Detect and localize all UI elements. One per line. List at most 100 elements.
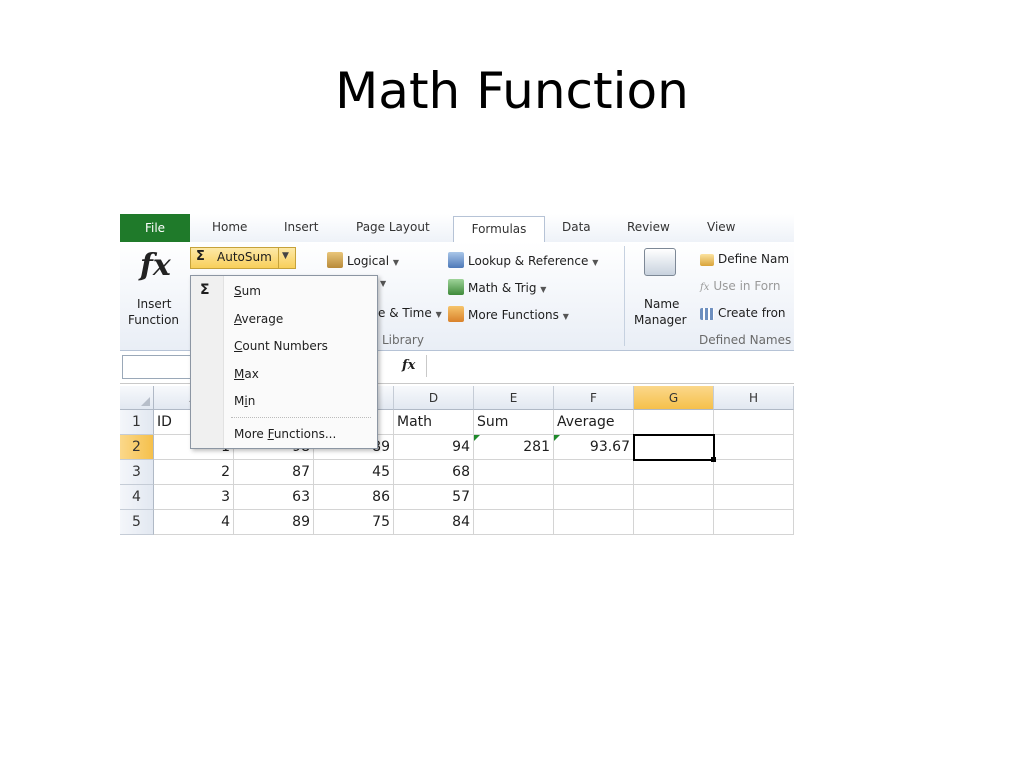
tab-view[interactable]: View: [707, 220, 735, 234]
tab-insert[interactable]: Insert: [284, 220, 318, 234]
tab-formulas[interactable]: Formulas: [453, 216, 545, 243]
tab-review[interactable]: Review: [627, 220, 670, 234]
autosum-button[interactable]: Σ AutoSum ▼: [190, 247, 296, 269]
menu-item-count-numbers[interactable]: Count Numbers: [234, 339, 328, 353]
cell-e2[interactable]: 281: [474, 435, 554, 460]
column-header-e[interactable]: E: [474, 386, 554, 410]
menu-icon-gutter: [191, 276, 224, 448]
function-library-label: Library: [382, 333, 424, 347]
menu-item-more-functions[interactable]: More Functions...: [234, 427, 336, 441]
cell-b3[interactable]: 87: [234, 460, 314, 485]
column-header-g[interactable]: G: [634, 386, 714, 410]
cell-f3[interactable]: [554, 460, 634, 485]
cell-h1[interactable]: [714, 410, 794, 435]
cell-h2[interactable]: [714, 435, 794, 460]
menu-text: More: [234, 427, 268, 441]
menu-item-max[interactable]: Max: [234, 367, 259, 381]
math-trig-label: Math & Trig: [468, 281, 537, 295]
cell-f1[interactable]: Average: [554, 410, 634, 435]
cell-g4[interactable]: [634, 485, 714, 510]
menu-item-average[interactable]: Average: [234, 312, 283, 326]
menu-text: verage: [241, 312, 284, 326]
error-indicator-icon: [474, 435, 480, 441]
cell-b4[interactable]: 63: [234, 485, 314, 510]
column-header-h[interactable]: H: [714, 386, 794, 410]
error-indicator-icon: [554, 435, 560, 441]
cell-e1[interactable]: Sum: [474, 410, 554, 435]
logical-book-icon: [327, 252, 343, 268]
tab-data[interactable]: Data: [562, 220, 591, 234]
cell-g1[interactable]: [634, 410, 714, 435]
chevron-down-icon: ▼: [592, 258, 599, 267]
chevron-down-icon: ▼: [562, 312, 569, 321]
create-from-selection-button[interactable]: Create fron: [700, 306, 786, 320]
column-header-f[interactable]: F: [554, 386, 634, 410]
autosum-dropdown-menu: Σ Sum Average Count Numbers Max Min More…: [190, 275, 378, 449]
cell-d3[interactable]: 68: [394, 460, 474, 485]
cell-d5[interactable]: 84: [394, 510, 474, 535]
menu-item-min[interactable]: Min: [234, 394, 255, 408]
date-time-label: e & Time: [378, 306, 432, 320]
cell-a3[interactable]: 2: [154, 460, 234, 485]
cell-e3[interactable]: [474, 460, 554, 485]
cell-h4[interactable]: [714, 485, 794, 510]
cell-e4[interactable]: [474, 485, 554, 510]
name-manager-icon: [644, 248, 676, 276]
text-dropdown-chevron-icon[interactable]: ▼: [380, 279, 386, 288]
cell-f5[interactable]: [554, 510, 634, 535]
menu-accelerator: M: [234, 367, 245, 381]
cell-d2[interactable]: 94: [394, 435, 474, 460]
menu-separator: [231, 417, 371, 418]
date-time-button[interactable]: e & Time ▼: [378, 306, 442, 320]
tab-file[interactable]: File: [120, 214, 190, 242]
chevron-down-icon: ▼: [435, 310, 442, 319]
cell-a4[interactable]: 3: [154, 485, 234, 510]
cell-e5[interactable]: [474, 510, 554, 535]
row-header-3[interactable]: 3: [120, 460, 154, 485]
cell-b5[interactable]: 89: [234, 510, 314, 535]
grid-icon: [700, 308, 714, 320]
cell-d4[interactable]: 57: [394, 485, 474, 510]
cell-h3[interactable]: [714, 460, 794, 485]
fx-icon[interactable]: fx: [402, 358, 415, 373]
select-all-corner[interactable]: [120, 386, 154, 410]
create-from-label: Create fron: [718, 306, 786, 320]
row-header-1[interactable]: 1: [120, 410, 154, 435]
cell-c4[interactable]: 86: [314, 485, 394, 510]
math-trig-button[interactable]: Math & Trig ▼: [448, 279, 546, 295]
use-in-formula-button[interactable]: fx Use in Forn: [700, 279, 780, 293]
cell-g5[interactable]: [634, 510, 714, 535]
cell-g3[interactable]: [634, 460, 714, 485]
row-header-2[interactable]: 2: [120, 435, 154, 460]
cell-f2[interactable]: 93.67: [554, 435, 634, 460]
insert-function-label-2: Function: [128, 313, 180, 327]
lookup-reference-button[interactable]: Lookup & Reference ▼: [448, 252, 598, 268]
define-name-button[interactable]: Define Nam: [700, 252, 789, 266]
logical-label: Logical: [347, 254, 390, 268]
menu-text: M: [234, 394, 245, 408]
tab-page-layout[interactable]: Page Layout: [356, 220, 430, 234]
cell-c5[interactable]: 75: [314, 510, 394, 535]
menu-item-sum[interactable]: Sum: [234, 284, 261, 298]
name-manager-label-1: Name: [644, 297, 680, 311]
cell-a5[interactable]: 4: [154, 510, 234, 535]
menu-accelerator: A: [234, 312, 242, 326]
logical-button[interactable]: Logical ▼: [327, 252, 399, 268]
more-functions-button[interactable]: More Functions ▼: [448, 306, 569, 322]
row-header-5[interactable]: 5: [120, 510, 154, 535]
tab-home[interactable]: Home: [212, 220, 247, 234]
cell-c3[interactable]: 45: [314, 460, 394, 485]
cell-h5[interactable]: [714, 510, 794, 535]
more-functions-book-icon: [448, 306, 464, 322]
use-in-formula-label: Use in Forn: [713, 279, 781, 293]
cell-d1[interactable]: Math: [394, 410, 474, 435]
autosum-dropdown-icon[interactable]: ▼: [282, 251, 289, 261]
formula-input[interactable]: [426, 355, 793, 377]
insert-function-label-1: Insert: [137, 297, 172, 311]
lookup-book-icon: [448, 252, 464, 268]
cell-f4[interactable]: [554, 485, 634, 510]
column-header-d[interactable]: D: [394, 386, 474, 410]
fill-handle[interactable]: [711, 457, 716, 462]
slide-title: Math Function: [335, 62, 689, 120]
row-header-4[interactable]: 4: [120, 485, 154, 510]
